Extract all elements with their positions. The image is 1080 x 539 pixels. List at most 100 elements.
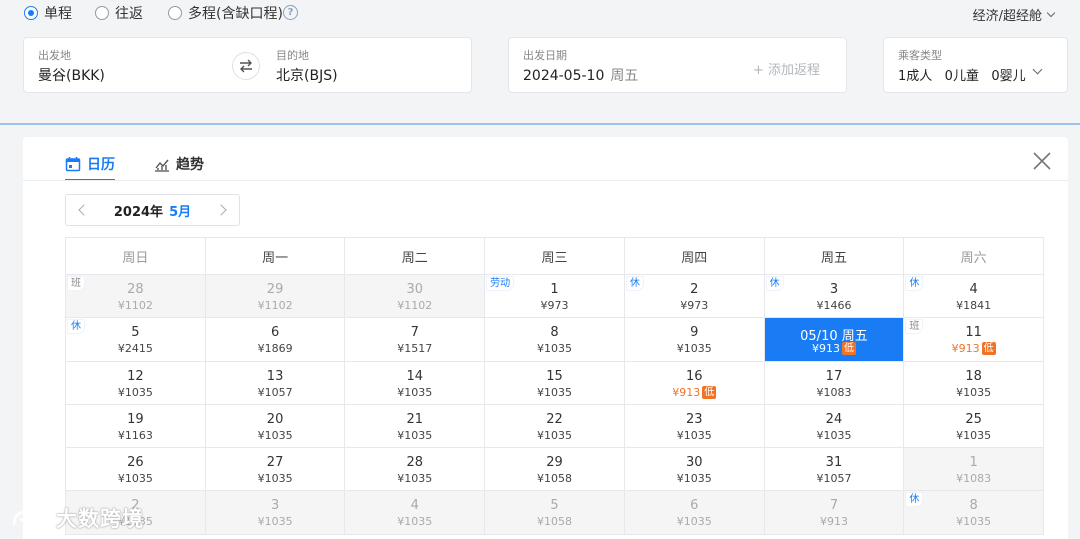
calendar-day[interactable]: 30 ¥1102 (345, 275, 486, 319)
calendar-day[interactable]: 3 ¥1035 (205, 491, 346, 535)
calendar-day[interactable]: 9 ¥1035 (624, 318, 765, 362)
calendar-day[interactable]: 31 ¥1057 (764, 448, 905, 492)
day-number: 3 (270, 498, 280, 514)
to-input[interactable]: 北京(BJS) (276, 65, 338, 85)
calendar-day[interactable]: 17 ¥1083 (764, 361, 905, 405)
calendar-day[interactable]: 班 28 ¥1102 (66, 275, 206, 319)
chevron-left-icon[interactable] (78, 204, 90, 216)
date-text: 2024-05-10 (523, 68, 605, 84)
price-value: ¥1057 (816, 472, 852, 486)
price-value: ¥1102 (117, 299, 153, 312)
calendar-day[interactable]: 14 ¥1035 (345, 361, 486, 405)
lowest-price-badge: 低 (841, 342, 856, 356)
price-value: ¥973 (540, 299, 569, 312)
day-number: 18 (965, 368, 982, 384)
radio-multi-city[interactable] (168, 6, 182, 20)
calendar-day[interactable]: 21 ¥1035 (345, 404, 486, 449)
day-price: ¥973 (485, 299, 624, 312)
price-value: ¥913 (819, 515, 848, 529)
day-number: 15 (546, 368, 563, 384)
price-value: ¥2415 (117, 342, 153, 356)
day-number: 23 (685, 411, 703, 427)
calendar-day[interactable]: 26 ¥1035 (66, 448, 206, 492)
calendar-day[interactable]: 18 ¥1035 (904, 361, 1045, 405)
calendar-week-row: 休 5 ¥2415 6 ¥1869 7 ¥1517 8 ¥1035 9 ¥1035 05/10 周五 ¥… (66, 318, 1045, 362)
add-return-button[interactable]: + 添加返程 (753, 59, 820, 78)
from-label: 出发地 (38, 49, 71, 62)
calendar-panel: 日历 趋势 2024年 5月 周日 周一 周二 周三 周四 周五 周六班 28 ¥1102 29 ¥… (23, 137, 1068, 539)
price-value: ¥1035 (537, 428, 573, 442)
cabin-class-select[interactable]: 经济/超经舱 (973, 5, 1056, 24)
day-price: ¥1035 (625, 472, 764, 485)
tab-trend[interactable]: 趋势 (154, 149, 204, 179)
calendar-day[interactable]: 4 ¥1035 (345, 491, 486, 535)
calendar-day[interactable]: 6 ¥1035 (624, 491, 765, 535)
calendar-day[interactable]: 25 ¥1035 (904, 404, 1045, 449)
price-value: ¥1035 (537, 342, 573, 356)
calendar-day[interactable]: 7 ¥913 (764, 491, 905, 535)
day-number: 5 (131, 325, 140, 341)
day-price: ¥1035 (625, 429, 764, 442)
price-value: ¥913 (672, 385, 701, 399)
weekday-header: 周五 (764, 238, 905, 275)
calendar-day[interactable]: 劳动 1 ¥973 (485, 275, 625, 319)
calendar-day[interactable]: 24 ¥1035 (764, 404, 905, 449)
date-value[interactable]: 2024-05-10 周五 (523, 65, 638, 85)
from-input[interactable]: 曼谷(BKK) (38, 65, 105, 85)
day-price: ¥1035 (66, 386, 205, 399)
trip-type-one-way[interactable]: 单程 (24, 4, 72, 22)
calendar-day[interactable]: 29 ¥1102 (205, 275, 346, 319)
calendar-day[interactable]: 30 ¥1035 (624, 448, 765, 492)
calendar-day[interactable]: 休 8 ¥1035 (904, 491, 1045, 535)
day-number: 19 (127, 411, 144, 427)
radio-one-way[interactable] (24, 6, 38, 20)
trip-type-round-trip[interactable]: 往返 (95, 4, 143, 22)
calendar-day-selected[interactable]: 05/10 周五 ¥913 低 (764, 318, 905, 362)
day-number: 4 (969, 282, 978, 297)
calendar-day[interactable]: 休 4 ¥1841 (904, 275, 1045, 319)
day-price: ¥973 (625, 299, 764, 312)
calendar-day[interactable]: 16 ¥913 低 (624, 361, 765, 405)
price-value: ¥1035 (676, 515, 712, 529)
swap-cities-button[interactable] (232, 52, 260, 80)
calendar-day[interactable]: 27 ¥1035 (205, 448, 346, 492)
calendar-day[interactable]: 19 ¥1163 (66, 404, 206, 449)
tab-calendar[interactable]: 日历 (65, 149, 115, 181)
day-price: ¥1035 (345, 386, 484, 399)
calendar-day[interactable]: 22 ¥1035 (485, 404, 625, 449)
calendar-day[interactable]: 5 ¥1058 (485, 491, 625, 535)
calendar-day[interactable]: 6 ¥1869 (205, 318, 346, 362)
day-number: 2 (690, 282, 699, 297)
calendar-day[interactable]: 7 ¥1517 (345, 318, 486, 362)
calendar-day[interactable]: 休 2 ¥973 (624, 275, 765, 319)
calendar-day[interactable]: 20 ¥1035 (205, 404, 346, 449)
calendar-day[interactable]: 15 ¥1035 (485, 361, 625, 405)
passenger-box[interactable]: 乘客类型 1成人 0儿童 0婴儿 (883, 37, 1068, 93)
calendar-day[interactable]: 休 3 ¥1466 (764, 275, 905, 319)
price-value: ¥1466 (816, 299, 852, 312)
calendar-day[interactable]: 13 ¥1057 (205, 361, 346, 405)
day-number: 14 (406, 368, 424, 384)
chevron-right-icon[interactable] (215, 204, 227, 216)
day-price: ¥1058 (485, 515, 624, 528)
calendar-day[interactable]: 8 ¥1035 (485, 318, 625, 362)
date-box[interactable]: 出发日期 2024-05-10 周五 + 添加返程 (508, 37, 847, 93)
price-value: ¥1035 (816, 428, 852, 442)
day-number: 8 (969, 498, 978, 514)
price-value: ¥1035 (397, 385, 433, 399)
trip-type-multi-city[interactable]: 多程(含缺口程) (168, 4, 283, 22)
close-icon[interactable] (1032, 151, 1052, 171)
help-icon[interactable]: ? (283, 5, 298, 20)
radio-round-trip[interactable] (95, 6, 109, 20)
calendar-day[interactable]: 23 ¥1035 (624, 404, 765, 449)
day-number: 28 (127, 282, 144, 297)
day-number: 12 (127, 368, 144, 384)
calendar-day[interactable]: 休 5 ¥2415 (66, 318, 206, 362)
calendar-day[interactable]: 1 ¥1083 (904, 448, 1045, 492)
calendar-day[interactable]: 12 ¥1035 (66, 361, 206, 405)
price-value: ¥1035 (676, 472, 712, 486)
calendar-day[interactable]: 班 11 ¥913 低 (904, 318, 1045, 362)
calendar-day[interactable]: 29 ¥1058 (485, 448, 625, 492)
day-price: ¥1057 (765, 472, 904, 485)
calendar-day[interactable]: 28 ¥1035 (345, 448, 486, 492)
